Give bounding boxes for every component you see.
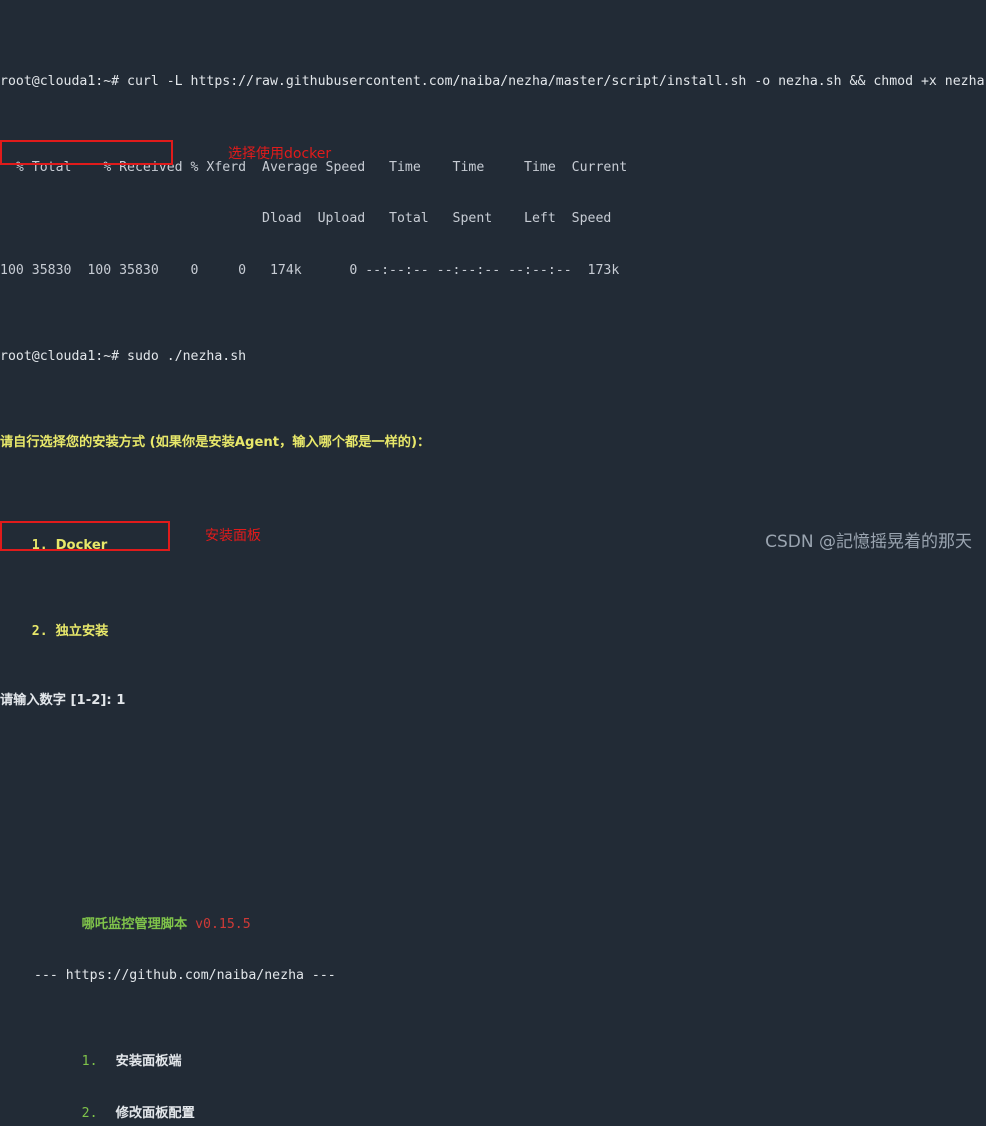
install-method-option-2-number: 2. — [31, 624, 48, 640]
install-method-question: 请自行选择您的安装方式 (如果你是安装Agent，输入哪个都是一样的)： — [0, 435, 431, 451]
install-method-option-1-label: Docker — [55, 538, 108, 554]
nezha-menu-item-1-label: 安装面板端 — [115, 1054, 182, 1070]
terminal-line-sudo-command: root@clouda1:~# sudo ./nezha.sh — [0, 349, 247, 365]
terminal-window[interactable]: root@clouda1:~# curl -L https://raw.gith… — [0, 0, 986, 1121]
nezha-menu-version: v0.15.5 — [195, 916, 251, 932]
nezha-menu-item-1-number: 1. — [81, 1054, 98, 1070]
nezha-menu-item-1[interactable]: 1. 安装面板端 — [34, 1036, 986, 1069]
nezha-menu-item-2-label: 修改面板配置 — [115, 1105, 195, 1121]
nezha-menu-repo-line: --- https://github.com/naiba/nezha --- — [34, 968, 336, 984]
install-method-input-line[interactable]: 请输入数字 [1-2]: 1 — [0, 692, 986, 709]
csdn-watermark: CSDN @記憶摇晃着的那天 — [765, 532, 972, 552]
terminal-line-curl-command: root@clouda1:~# curl -L https://raw.gith… — [0, 73, 986, 89]
nezha-menu: 哪吒监控管理脚本 v0.15.5 --- https://github.com/… — [0, 847, 986, 1126]
install-method-option-2[interactable]: 2. 独立安装 — [0, 606, 986, 639]
terminal-line-curl-header-1: % Total % Received % Xferd Average Speed… — [0, 159, 628, 175]
terminal-line-curl-stats: 100 35830 100 35830 0 0 174k 0 --:--:-- … — [0, 263, 620, 279]
install-method-option-2-label: 独立安装 — [55, 624, 109, 640]
nezha-menu-title: 哪吒监控管理脚本 — [81, 916, 188, 932]
nezha-menu-title-row: 哪吒监控管理脚本 v0.15.5 — [34, 899, 986, 932]
annotation-install-panel: 安装面板 — [205, 528, 261, 544]
nezha-menu-item-2[interactable]: 2. 修改面板配置 — [34, 1088, 986, 1121]
install-method-option-1-number: 1. — [31, 538, 48, 554]
nezha-menu-item-2-number: 2. — [81, 1105, 98, 1121]
terminal-line-curl-header-2: Dload Upload Total Spent Left Speed — [0, 211, 612, 227]
annotation-select-docker: 选择使用docker — [228, 146, 332, 162]
